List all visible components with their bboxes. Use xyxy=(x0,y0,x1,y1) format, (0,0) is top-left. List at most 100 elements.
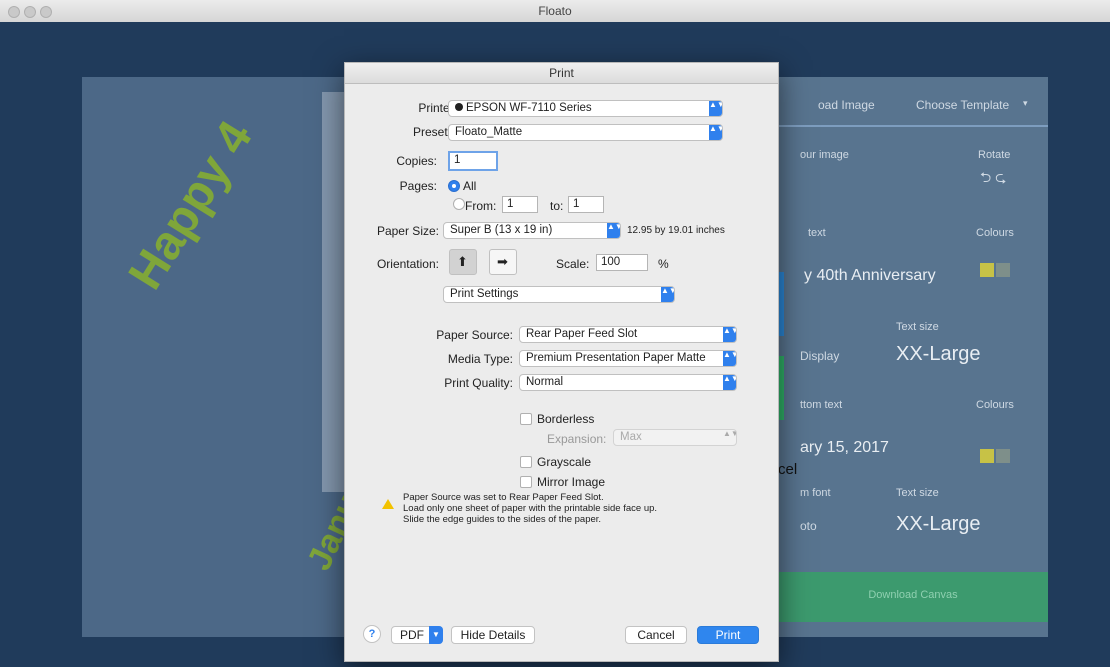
orientation-label: Orientation: xyxy=(376,257,439,271)
top-text-label: text xyxy=(808,227,826,239)
font-name-value[interactable]: Display xyxy=(800,349,839,363)
paper-source-label: Paper Source: xyxy=(436,328,513,342)
bottom-font-label: m font xyxy=(800,487,831,499)
scale-field[interactable]: 100 xyxy=(596,254,648,271)
expansion-label: Expansion: xyxy=(547,432,607,446)
updown-arrow-icon: ▲▼ xyxy=(723,429,736,438)
upload-image-tab[interactable]: oad Image xyxy=(818,98,875,112)
warning-message-line-1: Paper Source was set to Rear Paper Feed … xyxy=(403,492,604,503)
top-text-size-value[interactable]: XX-Large xyxy=(896,343,981,366)
updown-arrow-icon: ▲▼ xyxy=(709,125,722,140)
top-text-colour-swatch[interactable] xyxy=(980,263,994,277)
bottom-text-size-value[interactable]: XX-Large xyxy=(896,513,981,536)
chevron-down-icon: ▼ xyxy=(429,626,443,644)
cancel-button[interactable]: Cancel xyxy=(625,626,687,644)
presets-label: Presets: xyxy=(412,125,457,139)
bottom-text-label: ttom text xyxy=(800,399,843,411)
top-text-value[interactable]: y 40th Anniversary xyxy=(804,267,936,285)
print-quality-value: Normal xyxy=(526,376,564,388)
print-dialog-title: Print xyxy=(345,63,778,84)
updown-arrow-icon: ▲▼ xyxy=(661,287,674,302)
grayscale-checkbox[interactable] xyxy=(520,456,532,468)
paper-size-info: 12.95 by 19.01 inches xyxy=(627,225,725,236)
colours-label: Colours xyxy=(976,227,1014,239)
warning-icon xyxy=(382,499,394,509)
pdf-menu-button[interactable]: PDF ▼ xyxy=(391,626,443,644)
printer-label: Printer: xyxy=(418,101,457,115)
mirror-image-checkbox[interactable] xyxy=(520,476,532,488)
tab-underline xyxy=(778,125,1048,127)
bottom-text-value[interactable]: ary 15, 2017 xyxy=(800,439,889,457)
window-title: Floato xyxy=(538,4,572,18)
pages-label: Pages: xyxy=(399,179,437,193)
copies-label: Copies: xyxy=(396,154,437,168)
rotate-label: Rotate xyxy=(978,149,1011,161)
paper-size-select[interactable]: Super B (13 x 19 in) ▲▼ xyxy=(443,222,621,239)
media-type-select[interactable]: Premium Presentation Paper Matte ▲▼ xyxy=(519,350,737,367)
chevron-down-icon: ▾ xyxy=(1023,98,1028,108)
print-dialog: Print Printer: EPSON WF-7110 Series ▲▼ P… xyxy=(344,62,779,662)
bottom-colours-label: Colours xyxy=(976,399,1014,411)
updown-arrow-icon: ▲▼ xyxy=(723,375,736,390)
bottom-text-colour-swatch[interactable] xyxy=(980,449,994,463)
updown-arrow-icon: ▲▼ xyxy=(607,223,620,238)
landscape-icon: ➡ xyxy=(497,254,508,269)
pages-from-label: From: xyxy=(465,199,497,213)
pages-all-label: All xyxy=(463,179,477,193)
top-outline-colour-swatch[interactable] xyxy=(996,263,1010,277)
pages-to-label: to: xyxy=(550,199,564,213)
rotate-left-icon[interactable]: ⮌ ⮎ xyxy=(980,167,1006,191)
pages-from-radio[interactable] xyxy=(453,198,465,210)
mirror-image-label: Mirror Image xyxy=(537,475,606,489)
section-select[interactable]: Print Settings ▲▼ xyxy=(443,286,675,303)
landscape-orientation-button[interactable]: ➡ xyxy=(489,249,517,275)
printer-status-icon xyxy=(455,103,463,111)
pdf-label: PDF xyxy=(400,628,424,642)
presets-select[interactable]: Floato_Matte ▲▼ xyxy=(448,124,723,141)
updown-arrow-icon: ▲▼ xyxy=(723,351,736,366)
background-cancel-fragment: cel xyxy=(778,461,798,478)
scale-unit: % xyxy=(658,257,669,271)
printer-value: EPSON WF-7110 Series xyxy=(466,102,592,114)
window-title-bar: Floato xyxy=(0,0,1110,23)
section-value: Print Settings xyxy=(450,288,519,300)
your-image-label: our image xyxy=(800,149,849,161)
print-quality-select[interactable]: Normal ▲▼ xyxy=(519,374,737,391)
pages-all-radio[interactable] xyxy=(448,180,460,192)
grayscale-label: Grayscale xyxy=(537,455,592,469)
hide-details-button[interactable]: Hide Details xyxy=(451,626,535,644)
pages-from-field[interactable]: 1 xyxy=(502,196,538,213)
scale-label: Scale: xyxy=(556,257,590,271)
media-type-label: Media Type: xyxy=(447,352,513,366)
updown-arrow-icon: ▲▼ xyxy=(723,327,736,342)
print-quality-label: Print Quality: xyxy=(444,376,513,390)
download-canvas-label: Download Canvas xyxy=(868,589,958,601)
choose-template-tab[interactable]: Choose Template xyxy=(916,98,1009,112)
help-button[interactable]: ? xyxy=(363,625,381,643)
print-button[interactable]: Print xyxy=(697,626,759,644)
borderless-checkbox[interactable] xyxy=(520,413,532,425)
portrait-icon: ⬆ xyxy=(457,254,468,269)
paper-source-value: Rear Paper Feed Slot xyxy=(526,328,638,340)
warning-message-line-3: Slide the edge guides to the sides of th… xyxy=(403,514,602,525)
expansion-value: Max xyxy=(620,431,642,443)
bottom-outline-colour-swatch[interactable] xyxy=(996,449,1010,463)
pages-to-field[interactable]: 1 xyxy=(568,196,604,213)
text-size-label: Text size xyxy=(896,321,939,333)
paper-size-value: Super B (13 x 19 in) xyxy=(450,224,553,236)
paper-size-label: Paper Size: xyxy=(376,224,439,238)
copies-field[interactable]: 1 xyxy=(448,151,498,171)
printer-select[interactable]: EPSON WF-7110 Series ▲▼ xyxy=(448,100,723,117)
portrait-orientation-button[interactable]: ⬆ xyxy=(449,249,477,275)
presets-value: Floato_Matte xyxy=(455,126,523,138)
bottom-font-value[interactable]: oto xyxy=(800,519,817,533)
download-canvas-bar[interactable]: Download Canvas xyxy=(778,572,1048,622)
media-type-value: Premium Presentation Paper Matte xyxy=(526,352,706,364)
warning-message-line-2: Load only one sheet of paper with the pr… xyxy=(403,503,658,514)
editor-panel: oad Image Choose Template ▾ our image Ro… xyxy=(778,77,1048,637)
paper-source-select[interactable]: Rear Paper Feed Slot ▲▼ xyxy=(519,326,737,343)
expansion-select[interactable]: Max ▲▼ xyxy=(613,429,737,446)
bottom-text-size-label: Text size xyxy=(896,487,939,499)
updown-arrow-icon: ▲▼ xyxy=(709,101,722,116)
borderless-label: Borderless xyxy=(537,412,595,426)
